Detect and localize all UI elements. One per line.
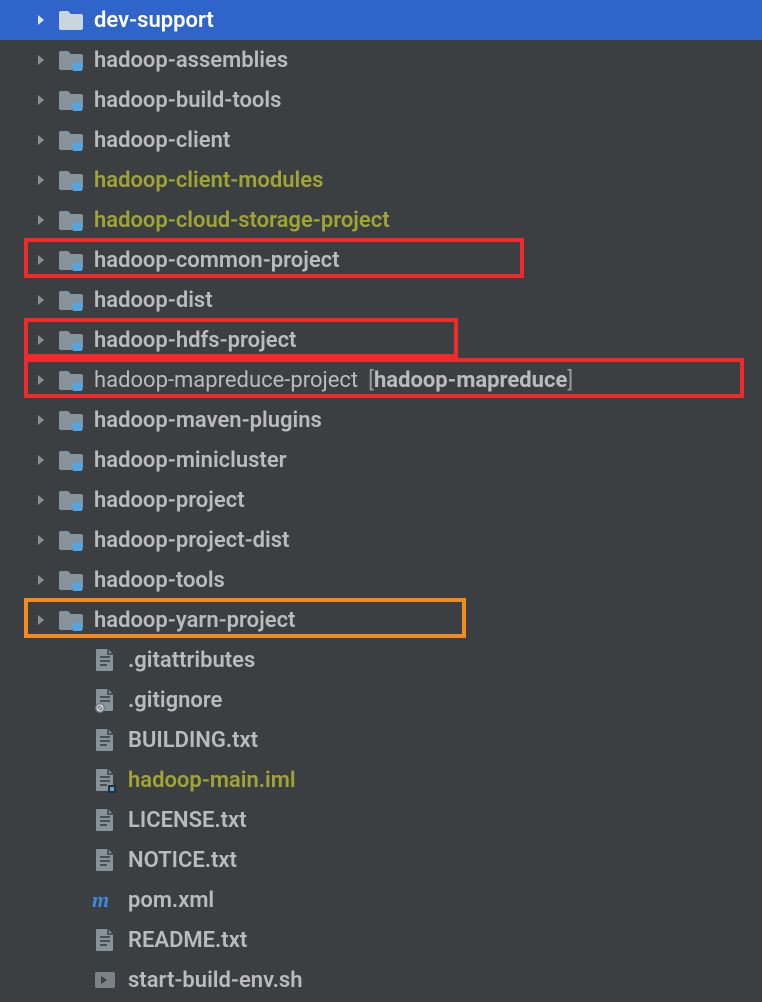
tree-row[interactable]: hadoop-mapreduce-project [hadoop-mapredu… — [0, 360, 762, 400]
chevron-right-icon[interactable] — [34, 533, 48, 547]
chevron-right-icon[interactable] — [34, 93, 48, 107]
svg-text:m: m — [92, 887, 109, 912]
tree-item-label: hadoop-hdfs-project — [94, 328, 296, 353]
tree-item-label: hadoop-mapreduce-project — [94, 368, 358, 393]
chevron-right-icon[interactable] — [34, 573, 48, 587]
chevron-right-icon[interactable] — [34, 133, 48, 147]
tree-item-label: .gitattributes — [128, 648, 255, 673]
folder-icon — [58, 127, 84, 153]
tree-row[interactable]: BUILDING.txt — [0, 720, 762, 760]
tree-row[interactable]: hadoop-hdfs-project — [0, 320, 762, 360]
folder-icon — [58, 447, 84, 473]
tree-item-label: hadoop-dist — [94, 288, 213, 313]
folder-icon — [58, 247, 84, 273]
chevron-right-icon[interactable] — [34, 293, 48, 307]
folder-icon — [58, 607, 84, 633]
folder-icon — [58, 47, 84, 73]
chevron-right-icon[interactable] — [34, 493, 48, 507]
tree-row[interactable]: LICENSE.txt — [0, 800, 762, 840]
file-text-icon — [92, 847, 118, 873]
tree-item-label: hadoop-common-project — [94, 248, 340, 273]
folder-icon — [58, 407, 84, 433]
tree-row[interactable]: hadoop-common-project — [0, 240, 762, 280]
tree-item-label: hadoop-client-modules — [94, 168, 323, 193]
folder-icon — [58, 367, 84, 393]
tree-row[interactable]: hadoop-minicluster — [0, 440, 762, 480]
tree-item-label: hadoop-assemblies — [94, 48, 288, 73]
tree-item-label: pom.xml — [128, 888, 214, 913]
tree-row[interactable]: README.txt — [0, 920, 762, 960]
tree-item-label: start-build-env.sh — [128, 968, 302, 993]
folder-icon — [58, 567, 84, 593]
tree-item-label: hadoop-project-dist — [94, 528, 289, 553]
tree-item-label: hadoop-main.iml — [128, 768, 296, 793]
tree-item-label: .gitignore — [128, 688, 222, 713]
chevron-right-icon[interactable] — [34, 413, 48, 427]
folder-icon — [58, 87, 84, 113]
tree-item-label: README.txt — [128, 928, 247, 953]
tree-item-label: NOTICE.txt — [128, 848, 237, 873]
file-text-icon — [92, 647, 118, 673]
chevron-right-icon[interactable] — [34, 333, 48, 347]
folder-icon — [58, 207, 84, 233]
tree-item-label: dev-support — [94, 8, 214, 33]
tree-item-label: hadoop-maven-plugins — [94, 408, 322, 433]
tree-row[interactable]: hadoop-assemblies — [0, 40, 762, 80]
chevron-right-icon[interactable] — [34, 613, 48, 627]
chevron-right-icon[interactable] — [34, 453, 48, 467]
tree-row[interactable]: hadoop-cloud-storage-project — [0, 200, 762, 240]
tree-item-label: BUILDING.txt — [128, 728, 258, 753]
project-tree: dev-support hadoop-assemblies hadoop-bui… — [0, 0, 762, 1000]
tree-item-label: hadoop-yarn-project — [94, 608, 295, 633]
chevron-right-icon[interactable] — [34, 213, 48, 227]
tree-row[interactable]: NOTICE.txt — [0, 840, 762, 880]
folder-icon — [58, 287, 84, 313]
tree-row[interactable]: hadoop-yarn-project — [0, 600, 762, 640]
file-ignore-icon — [92, 687, 118, 713]
tree-row[interactable]: .gitignore — [0, 680, 762, 720]
tree-item-label: hadoop-cloud-storage-project — [94, 208, 390, 233]
tree-item-label: hadoop-build-tools — [94, 88, 281, 113]
tree-row[interactable]: hadoop-build-tools — [0, 80, 762, 120]
tree-row[interactable]: hadoop-project — [0, 480, 762, 520]
tree-row[interactable]: hadoop-dist — [0, 280, 762, 320]
tree-row[interactable]: hadoop-main.iml — [0, 760, 762, 800]
tree-row[interactable]: start-build-env.sh — [0, 960, 762, 1000]
tree-item-label: hadoop-minicluster — [94, 448, 287, 473]
file-text-icon — [92, 727, 118, 753]
tree-item-label: hadoop-client — [94, 128, 230, 153]
tree-row[interactable]: dev-support — [0, 0, 762, 40]
folder-icon — [58, 487, 84, 513]
tree-row[interactable]: hadoop-client — [0, 120, 762, 160]
folder-icon — [58, 7, 84, 33]
file-iml-icon — [92, 767, 118, 793]
file-maven-icon: m — [92, 887, 118, 913]
file-runnable-icon — [92, 967, 118, 993]
chevron-right-icon[interactable] — [34, 53, 48, 67]
folder-icon — [58, 527, 84, 553]
tree-row[interactable]: .gitattributes — [0, 640, 762, 680]
tree-row[interactable]: hadoop-client-modules — [0, 160, 762, 200]
file-text-icon — [92, 927, 118, 953]
file-text-icon — [92, 807, 118, 833]
tree-row[interactable]: m pom.xml — [0, 880, 762, 920]
tree-item-label: LICENSE.txt — [128, 808, 247, 833]
tree-item-alias: [hadoop-mapreduce] — [368, 368, 573, 393]
tree-row[interactable]: hadoop-maven-plugins — [0, 400, 762, 440]
tree-item-label: hadoop-tools — [94, 568, 225, 593]
chevron-right-icon[interactable] — [34, 373, 48, 387]
tree-row[interactable]: hadoop-tools — [0, 560, 762, 600]
chevron-right-icon[interactable] — [34, 13, 48, 27]
tree-row[interactable]: hadoop-project-dist — [0, 520, 762, 560]
chevron-right-icon[interactable] — [34, 173, 48, 187]
chevron-right-icon[interactable] — [34, 253, 48, 267]
tree-item-label: hadoop-project — [94, 488, 245, 513]
folder-icon — [58, 327, 84, 353]
folder-icon — [58, 167, 84, 193]
